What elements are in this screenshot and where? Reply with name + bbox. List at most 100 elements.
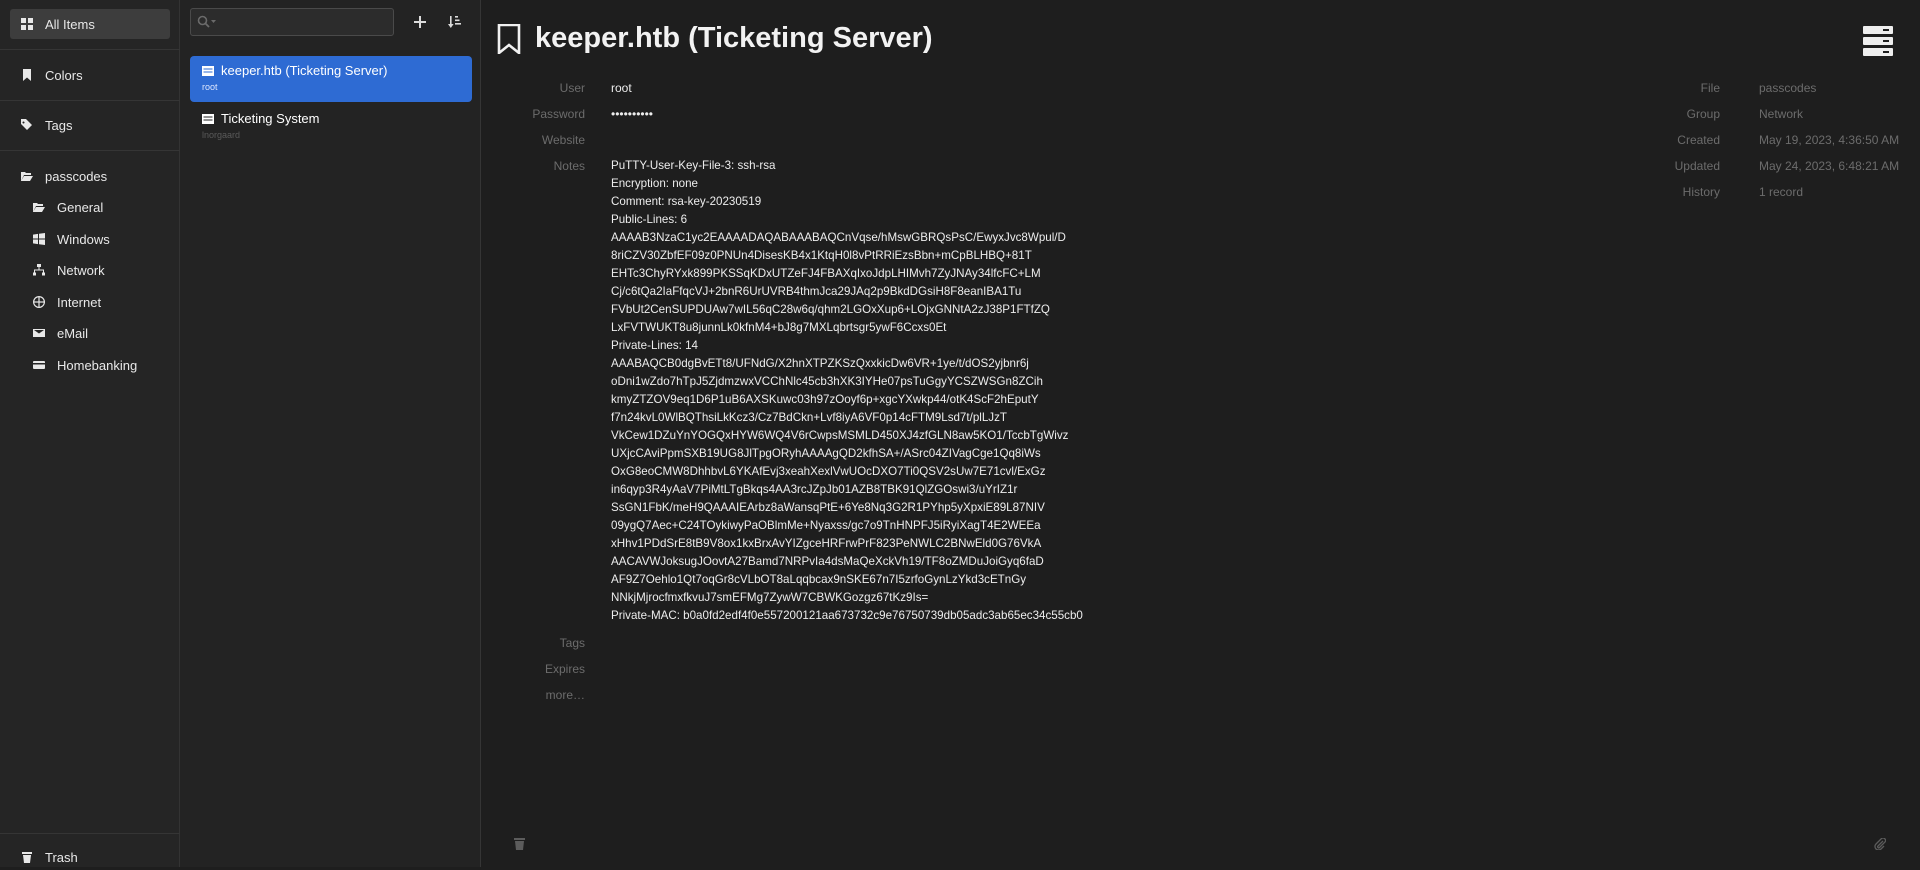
notes-line: SsGN1FbK/meH9QAAAIEArbz8aWansqPtE+6Ye8Nq… — [611, 501, 1045, 514]
sidebar-item-label: Network — [57, 262, 105, 278]
file-value: passcodes — [1759, 81, 1817, 95]
bookmark-icon — [20, 68, 34, 82]
website-label: Website — [541, 133, 585, 147]
notes-line: AAAAB3NzaC1yc2EAAAADAQABAAABAQCnVqse/hMs… — [611, 231, 1066, 244]
notes-line: Comment: rsa-key-20230519 — [611, 195, 762, 208]
notes-line: NNkjMjrocfmxfkvuJ7smEFMg7ZywW7CBWKGozgz6… — [611, 591, 929, 604]
notes-line: AF9Z7Oehlo1Qt7oqGr8cVLbOT8aLqqbcax9nSKE6… — [611, 573, 1027, 586]
notes-line: kmyZTZOV9eq1D6P1uB6AXSKuwc03h97zOoyf6p+x… — [611, 393, 1039, 406]
notes-line: PuTTY-User-Key-File-3: ssh-rsa — [611, 159, 776, 172]
notes-line: 8riCZV30ZbfEF09z0PNUn4DisesKB4x1KtqH0l8v… — [611, 249, 1032, 262]
divider — [0, 100, 180, 101]
entry-subtitle: lnorgaard — [202, 130, 241, 140]
sidebar-item-trash[interactable]: Trash — [10, 844, 170, 870]
tags-icon — [20, 118, 34, 132]
sidebar-item-internet[interactable]: Internet — [22, 287, 170, 317]
sort-button[interactable] — [442, 10, 468, 34]
history-value[interactable]: 1 record — [1759, 185, 1803, 199]
notes-line: Private-MAC: b0a0fd2edf4f0e557200121aa67… — [611, 609, 1083, 622]
sidebar-item-colors[interactable]: Colors — [10, 60, 170, 90]
entry-title-heading[interactable]: keeper.htb (Ticketing Server) — [535, 22, 933, 55]
more-link[interactable]: more… — [481, 688, 585, 702]
sidebar-item-network[interactable]: Network — [22, 255, 170, 285]
password-value[interactable]: •••••••••• — [611, 107, 653, 121]
sidebar-item-homebanking[interactable]: Homebanking — [22, 350, 170, 380]
updated-label: Updated — [1674, 159, 1720, 173]
history-label: History — [1682, 185, 1720, 199]
windows-icon — [32, 232, 46, 246]
notes-line: AACAVWJoksugJOovtA27Bamd7NRPvIa4dsMaQeXc… — [611, 555, 1044, 568]
sidebar-item-tags[interactable]: Tags — [10, 110, 170, 140]
expires-label[interactable]: Expires — [481, 662, 585, 676]
grid-icon — [20, 17, 34, 31]
server-icon — [202, 113, 214, 124]
entry-title: Ticketing System — [221, 111, 320, 126]
sidebar-item-label: Homebanking — [57, 357, 138, 373]
credit-card-icon — [32, 358, 46, 372]
notes-line: Public-Lines: 6 — [611, 213, 688, 226]
created-value: May 19, 2023, 4:36:50 AM — [1759, 133, 1900, 147]
notes-value[interactable]: PuTTY-User-Key-File-3: ssh-rsa Encryption… — [611, 157, 1083, 625]
entry-details-pane: keeper.htb (Ticketing Server) User root … — [481, 0, 1920, 867]
list-item[interactable]: keeper.htb (Ticketing Server) root — [190, 56, 472, 102]
folder-open-icon — [20, 169, 34, 183]
notes-line: Cj/c6tQa2IaFfqcVJ+2bnR6UrUVRB4thmJca29JA… — [611, 285, 1022, 298]
database-icon[interactable] — [1863, 26, 1893, 59]
notes-line: Encryption: none — [611, 177, 699, 190]
sidebar-item-label: General — [57, 199, 104, 215]
delete-entry-button[interactable] — [514, 838, 525, 853]
trash-icon — [20, 850, 34, 864]
notes-line: in6qyp3R4yAaV7PiMtLTgBkqs4AA3rcJZpJb01AZ… — [611, 483, 1018, 496]
list-item[interactable]: Ticketing System lnorgaard — [190, 104, 472, 150]
sidebar-item-email[interactable]: eMail — [22, 318, 170, 348]
sidebar-item-label: passcodes — [45, 168, 108, 184]
entry-list-pane: keeper.htb (Ticketing Server) root Ticke… — [180, 0, 481, 867]
user-label: User — [559, 81, 585, 95]
notes-line: oDni1wZdo7hTpJ5ZjdmzwxVCChNlc45cb3hXK3IY… — [611, 375, 1043, 388]
notes-line: Private-Lines: 14 — [611, 339, 698, 352]
sidebar-item-label: All Items — [45, 16, 95, 32]
password-label: Password — [532, 107, 585, 121]
attach-button[interactable] — [1874, 837, 1887, 853]
sidebar-item-general[interactable]: General — [22, 192, 170, 222]
group-value[interactable]: Network — [1759, 107, 1803, 121]
bookmark-icon[interactable] — [497, 23, 521, 54]
notes-line: FVbUt2CenSUPDUAw7wIL56qC28w6q/qhm2LGOxXu… — [611, 303, 1050, 316]
sort-icon — [448, 16, 461, 28]
sidebar-item-passcodes[interactable]: passcodes — [10, 161, 170, 191]
tags-label[interactable]: Tags — [481, 636, 585, 650]
notes-label: Notes — [553, 159, 585, 173]
server-icon — [202, 65, 214, 76]
file-label: File — [1700, 81, 1720, 95]
notes-line: xHhv1PDdSrE8tB9V8ox1kxBrxAvYIZgceHRFrwPr… — [611, 537, 1042, 550]
notes-line: 09ygQ7Aec+C24TOykiwyPaOBlmMe+Nyaxss/gc7o… — [611, 519, 1041, 532]
envelope-icon — [32, 326, 46, 340]
notes-line: EHTc3ChyRYxk899PKSSqKDxUTZeFJ4FBAXqIxoJd… — [611, 267, 1041, 280]
updated-value: May 24, 2023, 6:48:21 AM — [1759, 159, 1900, 173]
plus-icon — [414, 16, 426, 28]
search-icon[interactable] — [197, 15, 217, 32]
user-value[interactable]: root — [611, 81, 632, 95]
search-box[interactable] — [190, 8, 394, 36]
notes-line: OxG8eoCMW8DhhbvL6YKAfEvj3xeahXexlVwUOcDX… — [611, 465, 1046, 478]
sidebar-item-label: Windows — [57, 231, 110, 247]
created-label: Created — [1677, 133, 1720, 147]
entry-subtitle: root — [202, 82, 218, 92]
divider — [0, 150, 180, 151]
add-entry-button[interactable] — [407, 10, 433, 34]
sidebar-item-label: Tags — [45, 117, 73, 133]
notes-line: UXjcCAviPpmSXB19UG8JlTpgORyhAAAAgQD2kfhS… — [611, 447, 1041, 460]
sidebar: All Items Colors Tags passcodes General … — [0, 0, 180, 867]
notes-line: LxFVTWUKT8u8junnLk0kfnM4+bJ8g7MXLqbrtsgr… — [611, 321, 947, 334]
sidebar-item-label: Internet — [57, 294, 102, 310]
notes-line: f7n24kvL0WlBQThsiLkKcz3/Cz7BdCkn+Lvf8iyA… — [611, 411, 1007, 424]
sidebar-item-label: Colors — [45, 67, 83, 83]
sidebar-item-all-items[interactable]: All Items — [10, 9, 170, 39]
divider — [0, 49, 180, 50]
entry-title: keeper.htb (Ticketing Server) — [221, 63, 388, 78]
search-input[interactable] — [219, 12, 393, 34]
network-icon — [32, 263, 46, 277]
group-label: Group — [1686, 107, 1720, 121]
sidebar-item-windows[interactable]: Windows — [22, 224, 170, 254]
sidebar-item-label: Trash — [45, 849, 78, 865]
